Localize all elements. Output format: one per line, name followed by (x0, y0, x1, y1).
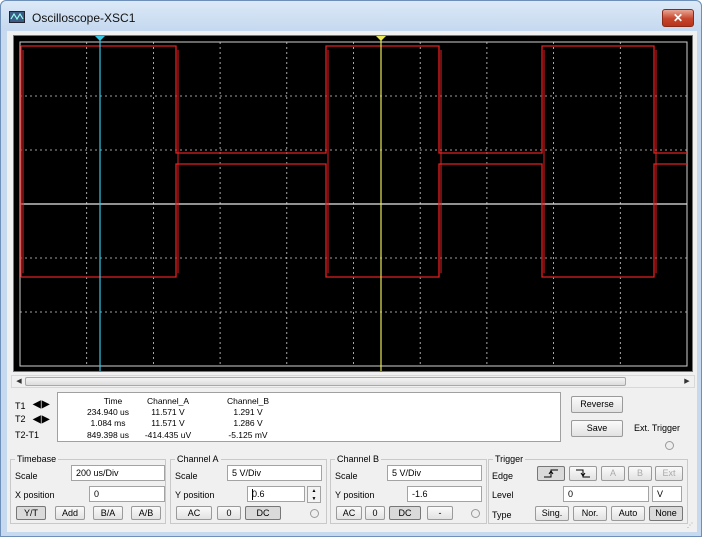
t2-channel-b: 1.286 V (233, 418, 263, 428)
falling-edge-icon (576, 469, 590, 478)
trigger-single-button[interactable]: Sing. (535, 506, 569, 521)
channel-a-scale-field[interactable]: 5 V/Div (227, 465, 322, 481)
title-bar[interactable]: Oscilloscope-XSC1 ✕ (1, 1, 701, 31)
t2-move-icon[interactable]: ◀▶ (33, 414, 57, 425)
channel-b-group: Channel B Scale 5 V/Div Y position -1.6 … (330, 454, 487, 524)
mode-a-over-b-button[interactable]: A/B (131, 506, 161, 520)
reverse-button[interactable]: Reverse (571, 396, 623, 413)
t2-time: 1.084 ms (90, 418, 126, 428)
channel-a-y-position-label: Y position (175, 490, 215, 500)
channel-b-invert-button[interactable]: - (427, 506, 453, 520)
trigger-edge-label: Edge (492, 471, 514, 481)
channel-a-group: Channel A Scale 5 V/Div Y position 0.6 ▲… (170, 454, 327, 524)
trigger-level-unit[interactable]: V (652, 486, 682, 502)
timebase-legend: Timebase (15, 454, 59, 464)
horizontal-scrollbar[interactable]: ◀ ▶ (11, 375, 695, 388)
cursor-t2-marker-icon (376, 36, 386, 41)
window-title: Oscilloscope-XSC1 (32, 11, 136, 25)
channel-a-trace-upper (21, 45, 687, 154)
scroll-left-icon[interactable]: ◀ (13, 376, 25, 387)
waveform-display (19, 36, 688, 371)
channel-a-inner-edges (22, 50, 545, 273)
t1-label: T1 (15, 401, 26, 411)
channel-b-y-position-label: Y position (335, 490, 375, 500)
header-channel-a: Channel_A (146, 396, 190, 406)
channel-b-scale-field[interactable]: 5 V/Div (387, 465, 482, 481)
timebase-group: Timebase Scale 200 us/Div X position 0 Y… (10, 454, 166, 524)
channel-b-terminal-icon[interactable] (471, 509, 480, 518)
save-button[interactable]: Save (571, 420, 623, 437)
channel-a-y-spinner-icon[interactable]: ▲ ▼ (307, 486, 321, 503)
client-area: ◀ ▶ T1 ◀▶ T2 ◀▶ T2-T1 Time Channel_A Cha… (7, 31, 697, 532)
x-position-field[interactable]: 0 (89, 486, 165, 502)
channel-b-legend: Channel B (335, 454, 382, 464)
t2-label: T2 (15, 414, 26, 424)
trigger-legend: Trigger (493, 454, 526, 464)
channel-a-y-position-field[interactable]: 0.6 (247, 486, 305, 502)
channel-a-ac-button[interactable]: AC (176, 506, 212, 520)
t1-channel-b: 1.291 V (233, 407, 263, 417)
cursor-controls: T1 ◀▶ T2 ◀▶ T2-T1 (15, 393, 63, 443)
trigger-source-ext-button[interactable]: Ext (655, 466, 683, 481)
trigger-normal-button[interactable]: Nor. (573, 506, 607, 521)
trigger-type-label: Type (492, 510, 512, 520)
channel-b-scale-label: Scale (335, 471, 358, 481)
mode-b-over-a-button[interactable]: B/A (93, 506, 123, 520)
close-button[interactable]: ✕ (662, 9, 694, 27)
x-position-label: X position (15, 490, 55, 500)
cursor-t1-marker-icon (95, 36, 105, 41)
header-channel-b: Channel_B (226, 396, 270, 406)
timebase-scale-field[interactable]: 200 us/Div (71, 465, 165, 481)
channel-a-dc-button[interactable]: DC (245, 506, 281, 520)
trigger-level-label: Level (492, 490, 514, 500)
channel-b-zero-button[interactable]: 0 (365, 506, 385, 520)
trigger-source-b-button[interactable]: B (628, 466, 652, 481)
diff-channel-b: -5.125 mV (228, 430, 268, 440)
oscilloscope-window: Oscilloscope-XSC1 ✕ ◀ ▶ T1 ◀▶ T2 ◀▶ T2-T… (0, 0, 702, 537)
t1-move-icon[interactable]: ◀▶ (33, 399, 57, 410)
rising-edge-icon (544, 469, 558, 478)
mode-add-button[interactable]: Add (55, 506, 85, 520)
measurement-readout: Time Channel_A Channel_B 234.940 us 11.5… (57, 392, 561, 442)
trigger-level-field[interactable]: 0 (563, 486, 649, 502)
channel-a-terminal-icon[interactable] (310, 509, 319, 518)
falling-edge-button[interactable] (569, 466, 597, 481)
oscilloscope-app-icon (9, 11, 25, 23)
channel-a-falling-edges (177, 50, 657, 273)
t1-channel-a: 11.571 V (151, 407, 185, 417)
t2-t1-label: T2-T1 (15, 430, 40, 440)
t1-time: 234.940 us (86, 407, 130, 417)
ext-trigger-label: Ext. Trigger (634, 423, 681, 433)
channel-a-zero-button[interactable]: 0 (217, 506, 241, 520)
mode-yt-button[interactable]: Y/T (16, 506, 46, 520)
channel-a-legend: Channel A (175, 454, 221, 464)
oscilloscope-screen[interactable] (13, 35, 693, 372)
channel-b-dc-button[interactable]: DC (389, 506, 421, 520)
channel-a-trace-lower (21, 163, 687, 278)
trigger-none-button[interactable]: None (649, 506, 683, 521)
header-time: Time (103, 396, 123, 406)
scroll-thumb[interactable] (25, 377, 626, 386)
channel-b-y-position-field[interactable]: -1.6 (407, 486, 482, 502)
timebase-scale-label: Scale (15, 471, 38, 481)
trigger-auto-button[interactable]: Auto (611, 506, 645, 521)
t2-channel-a: 11.571 V (151, 418, 185, 428)
trigger-group: Trigger Edge A B Ext Level 0 V Type Sing… (488, 454, 688, 524)
channel-b-ac-button[interactable]: AC (336, 506, 362, 520)
diff-channel-a: -414.435 uV (144, 430, 192, 440)
scroll-right-icon[interactable]: ▶ (681, 376, 693, 387)
resize-grip-icon[interactable]: ⋰ (687, 522, 695, 530)
channel-a-scale-label: Scale (175, 471, 198, 481)
ext-trigger-terminal-icon[interactable] (665, 441, 674, 450)
trigger-source-a-button[interactable]: A (601, 466, 625, 481)
text-cursor (252, 489, 253, 500)
rising-edge-button[interactable] (537, 466, 565, 481)
